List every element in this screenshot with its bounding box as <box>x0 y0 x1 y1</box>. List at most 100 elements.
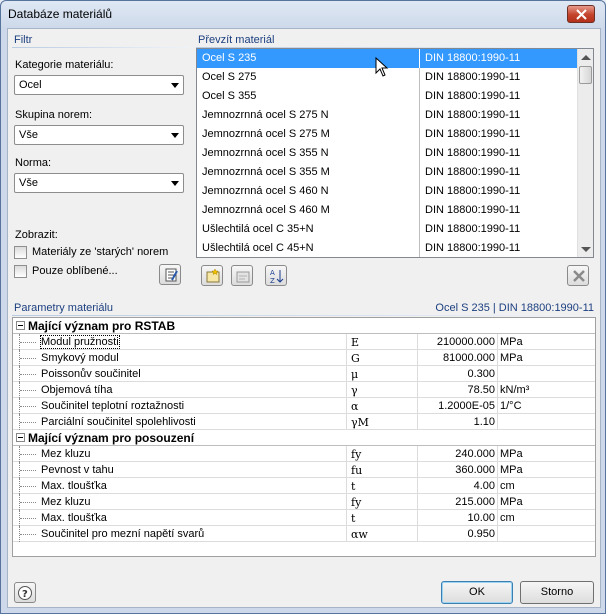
param-symbol: fy <box>351 496 362 509</box>
param-row[interactable]: Parciální součinitel spolehlivosti γM 1.10 <box>13 414 595 430</box>
column-divider <box>497 478 498 494</box>
param-symbol: t <box>351 512 356 525</box>
material-norm: DIN 18800:1990-11 <box>425 71 521 83</box>
column-divider <box>419 144 420 163</box>
material-list[interactable]: Ocel S 235 DIN 18800:1990-11 Ocel S 275 DIN… <box>196 48 594 258</box>
param-group-title: Mající význam pro posouzení <box>28 431 195 445</box>
param-name: Objemová tíha <box>41 384 113 396</box>
material-list-scrollbar[interactable] <box>577 49 593 257</box>
tree-line <box>20 422 36 423</box>
param-value[interactable]: 10.00 <box>421 512 495 524</box>
column-divider <box>346 334 347 350</box>
parameters-table[interactable]: Mající význam pro RSTAB Modul pružnosti E 2… <box>12 317 596 557</box>
tree-line <box>20 358 36 359</box>
column-divider <box>417 526 418 542</box>
material-list-item[interactable]: Jemnozrnná ocel S 460 M DIN 18800:1990-11 <box>197 201 579 220</box>
material-name: Jemnozrnná ocel S 275 N <box>202 109 329 121</box>
chevron-down-icon <box>171 133 179 138</box>
edit-material-button[interactable] <box>231 265 253 286</box>
norm-combo[interactable]: Vše <box>14 173 184 193</box>
param-row[interactable]: Max. tloušťka t 4.00 cm <box>13 478 595 494</box>
param-value[interactable]: 0.300 <box>421 368 495 380</box>
column-divider <box>417 462 418 478</box>
help-icon: ? <box>18 586 32 600</box>
column-divider <box>346 446 347 462</box>
delete-material-button[interactable] <box>567 265 589 286</box>
favorites-edit-button[interactable] <box>159 264 181 285</box>
scroll-up-icon[interactable] <box>581 55 591 60</box>
param-symbol: fy <box>351 448 362 461</box>
column-divider <box>417 478 418 494</box>
cancel-button[interactable]: Storno <box>520 581 594 604</box>
param-group-row[interactable]: Mající význam pro posouzení <box>13 430 595 446</box>
param-row[interactable]: Součinitel pro mezní napětí svarů αw 0.950 <box>13 526 595 542</box>
param-value[interactable]: 78.50 <box>421 384 495 396</box>
scroll-thumb[interactable] <box>579 66 592 84</box>
column-divider <box>346 526 347 542</box>
column-divider <box>419 163 420 182</box>
group-combo[interactable]: Vše <box>14 125 184 145</box>
material-list-item[interactable]: Ocel S 355 DIN 18800:1990-11 <box>197 87 579 106</box>
material-list-item[interactable]: Ušlechtilá ocel C 45+N DIN 18800:1990-11 <box>197 239 579 257</box>
param-row[interactable]: Mez kluzu fy 240.000 MPa <box>13 446 595 462</box>
material-list-item[interactable]: Ušlechtilá ocel C 35+N DIN 18800:1990-11 <box>197 220 579 239</box>
material-norm: DIN 18800:1990-11 <box>425 52 521 64</box>
collapse-icon[interactable] <box>16 433 25 442</box>
sort-button[interactable]: A Z <box>265 265 287 286</box>
material-list-item[interactable]: Jemnozrnná ocel S 275 N DIN 18800:1990-11 <box>197 106 579 125</box>
param-value[interactable]: 215.000 <box>421 496 495 508</box>
params-header-bar <box>12 315 596 316</box>
param-name: Součinitel teplotní roztažnosti <box>41 400 185 412</box>
help-button[interactable]: ? <box>14 582 36 603</box>
column-divider <box>346 510 347 526</box>
param-value[interactable]: 210000.000 <box>421 336 495 348</box>
column-divider <box>497 398 498 414</box>
old-norms-checkbox[interactable] <box>14 246 27 259</box>
category-combo[interactable]: Ocel <box>14 75 184 95</box>
param-value[interactable]: 240.000 <box>421 448 495 460</box>
column-divider <box>497 414 498 430</box>
param-value[interactable]: 1.2000E-05 <box>421 400 495 412</box>
param-group-row[interactable]: Mající význam pro RSTAB <box>13 318 595 334</box>
param-name: Max. tloušťka <box>41 512 107 524</box>
param-name: Poissonův součinitel <box>41 368 141 380</box>
collapse-icon[interactable] <box>16 321 25 330</box>
param-row[interactable]: Objemová tíha γ 78.50 kN/m³ <box>13 382 595 398</box>
ok-button[interactable]: OK <box>441 581 513 604</box>
param-row[interactable]: Součinitel teplotní roztažnosti α 1.2000E-… <box>13 398 595 414</box>
param-row[interactable]: Mez kluzu fy 215.000 MPa <box>13 494 595 510</box>
material-name: Ušlechtilá ocel C 45+N <box>202 242 314 254</box>
param-value[interactable]: 1.10 <box>421 416 495 428</box>
column-divider <box>419 220 420 239</box>
norm-value: Vše <box>19 177 38 189</box>
window-title: Databáze materiálů <box>8 7 113 21</box>
param-value[interactable]: 360.000 <box>421 464 495 476</box>
new-material-button[interactable] <box>201 265 223 286</box>
material-list-item[interactable]: Jemnozrnná ocel S 355 N DIN 18800:1990-11 <box>197 144 579 163</box>
material-list-item[interactable]: Jemnozrnná ocel S 275 M DIN 18800:1990-11 <box>197 125 579 144</box>
param-row[interactable]: Max. tloušťka t 10.00 cm <box>13 510 595 526</box>
param-row[interactable]: Poissonův součinitel μ 0.300 <box>13 366 595 382</box>
title-bar[interactable]: Databáze materiálů <box>1 1 605 28</box>
material-list-item[interactable]: Jemnozrnná ocel S 355 M DIN 18800:1990-11 <box>197 163 579 182</box>
param-row[interactable]: Smykový modul G 81000.000 MPa <box>13 350 595 366</box>
tree-line <box>20 406 36 407</box>
sort-az-icon: A Z <box>270 269 284 284</box>
param-value[interactable]: 0.950 <box>421 528 495 540</box>
scroll-down-icon[interactable] <box>581 247 591 252</box>
material-name: Jemnozrnná ocel S 460 N <box>202 185 329 197</box>
param-value[interactable]: 81000.000 <box>421 352 495 364</box>
param-value[interactable]: 4.00 <box>421 480 495 492</box>
column-divider <box>346 350 347 366</box>
close-button[interactable] <box>567 5 595 23</box>
param-name: Mez kluzu <box>41 496 91 508</box>
material-list-item[interactable]: Jemnozrnná ocel S 460 N DIN 18800:1990-11 <box>197 182 579 201</box>
param-unit: 1/°C <box>500 400 522 412</box>
column-divider <box>417 414 418 430</box>
favorites-checkbox[interactable] <box>14 265 27 278</box>
param-row[interactable]: Modul pružnosti E 210000.000 MPa <box>13 334 595 350</box>
column-divider <box>346 382 347 398</box>
param-unit: MPa <box>500 352 523 364</box>
param-symbol: γM <box>351 416 369 429</box>
param-row[interactable]: Pevnost v tahu fu 360.000 MPa <box>13 462 595 478</box>
